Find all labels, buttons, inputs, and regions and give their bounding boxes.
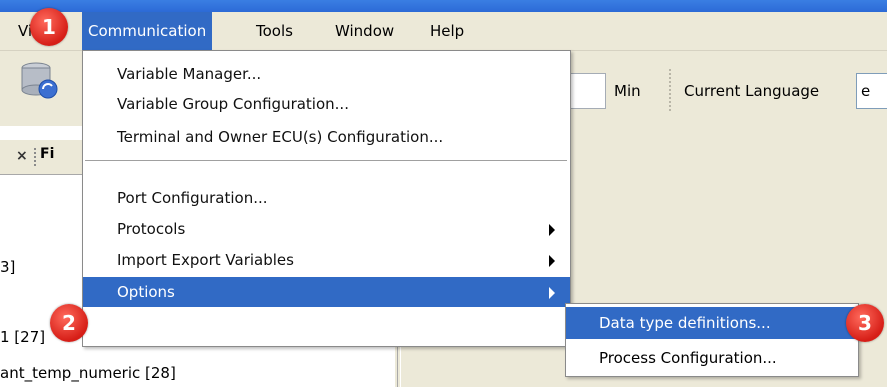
callout-badge-2: 2 bbox=[50, 304, 88, 342]
tree-item[interactable]: 1 [27] bbox=[0, 328, 45, 346]
menu-separator bbox=[85, 160, 567, 161]
callout-badge-3: 3 bbox=[846, 304, 884, 342]
menu-communication[interactable]: Communication bbox=[82, 12, 213, 50]
menu-item-variable-group-configuration[interactable]: Variable Group Configuration... bbox=[83, 89, 570, 119]
menu-item-variable-manager[interactable]: Variable Manager... bbox=[83, 59, 570, 89]
submenu-arrow-icon bbox=[549, 224, 555, 236]
toolbar-separator bbox=[669, 69, 673, 111]
menu-item-protocols[interactable]: Protocols bbox=[83, 214, 570, 244]
menu-item-terminal-owner-ecu-configuration[interactable]: Terminal and Owner ECU(s) Configuration.… bbox=[83, 122, 570, 152]
options-submenu: Data type definitions... Process Configu… bbox=[565, 303, 859, 377]
submenu-item-label: Process Configuration... bbox=[599, 349, 777, 367]
submenu-arrow-icon bbox=[549, 287, 555, 299]
menu-item-label: Options bbox=[117, 283, 175, 301]
menu-item-label: Import Export Variables bbox=[117, 251, 294, 269]
current-language-label: Current Language bbox=[684, 82, 820, 100]
tab-file[interactable]: Fi bbox=[40, 146, 54, 162]
submenu-arrow-icon bbox=[549, 255, 555, 267]
close-tab-icon[interactable]: × bbox=[16, 148, 28, 164]
current-language-select[interactable]: e bbox=[856, 73, 887, 109]
menu-item-options[interactable]: Options bbox=[83, 277, 570, 307]
min-input[interactable] bbox=[568, 73, 606, 109]
tree-item[interactable]: 3] bbox=[0, 258, 15, 276]
menu-item-label: Terminal and Owner ECU(s) Configuration.… bbox=[117, 128, 444, 146]
submenu-item-label: Data type definitions... bbox=[599, 314, 771, 332]
menu-item-label: Variable Manager... bbox=[117, 65, 262, 83]
menu-tools[interactable]: Tools bbox=[250, 12, 299, 50]
menu-window[interactable]: Window bbox=[329, 12, 400, 50]
window-title-strip bbox=[0, 0, 887, 12]
menu-help[interactable]: Help bbox=[424, 12, 470, 50]
menu-item-label: Port Configuration... bbox=[117, 189, 268, 207]
communication-menu: Variable Manager... Variable Group Confi… bbox=[82, 50, 571, 347]
menu-bar: View Communication Tools Window Help bbox=[0, 12, 887, 51]
menu-item-port-configuration[interactable]: Port Configuration... bbox=[83, 183, 570, 213]
database-sync-icon[interactable] bbox=[18, 59, 60, 101]
menu-item-import-export-variables[interactable]: Import Export Variables bbox=[83, 245, 570, 275]
menu-item-label: Variable Group Configuration... bbox=[117, 95, 349, 113]
submenu-item-process-configuration[interactable]: Process Configuration... bbox=[566, 342, 858, 374]
tree-item[interactable]: ant_temp_numeric [28] bbox=[0, 364, 176, 382]
min-label: Min bbox=[614, 82, 641, 100]
callout-badge-1: 1 bbox=[30, 8, 68, 46]
submenu-item-data-type-definitions[interactable]: Data type definitions... bbox=[566, 307, 858, 339]
menu-item-label: Protocols bbox=[117, 220, 186, 238]
tab-grip bbox=[34, 148, 38, 166]
